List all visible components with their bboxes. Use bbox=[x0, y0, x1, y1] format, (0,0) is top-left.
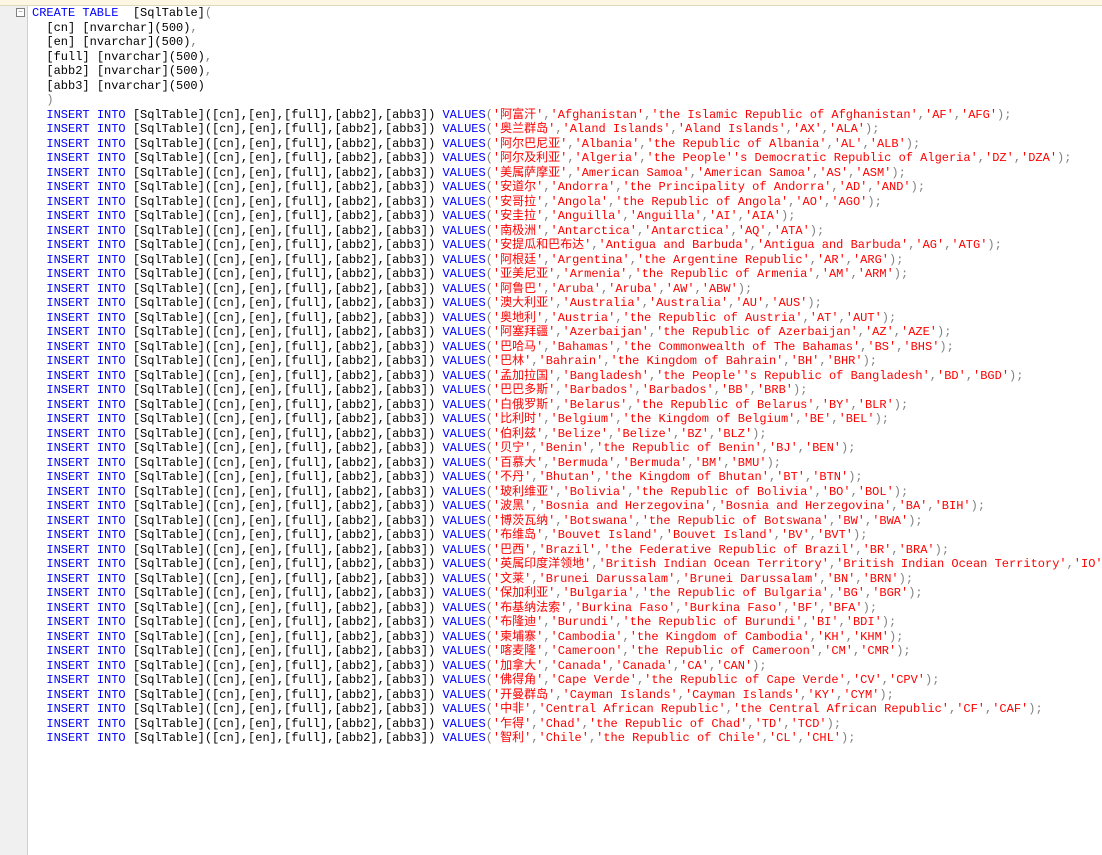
code-line: INSERT INTO [SqlTable]([cn],[en],[full],… bbox=[32, 514, 1098, 529]
code-line: INSERT INTO [SqlTable]([cn],[en],[full],… bbox=[32, 340, 1098, 355]
code-line: INSERT INTO [SqlTable]([cn],[en],[full],… bbox=[32, 702, 1098, 717]
code-line: INSERT INTO [SqlTable]([cn],[en],[full],… bbox=[32, 151, 1098, 166]
code-line: INSERT INTO [SqlTable]([cn],[en],[full],… bbox=[32, 209, 1098, 224]
code-line: INSERT INTO [SqlTable]([cn],[en],[full],… bbox=[32, 354, 1098, 369]
code-line: INSERT INTO [SqlTable]([cn],[en],[full],… bbox=[32, 557, 1098, 572]
code-line: INSERT INTO [SqlTable]([cn],[en],[full],… bbox=[32, 528, 1098, 543]
code-line: INSERT INTO [SqlTable]([cn],[en],[full],… bbox=[32, 572, 1098, 587]
code-line: [abb2] [nvarchar](500), bbox=[32, 64, 1098, 79]
code-line: INSERT INTO [SqlTable]([cn],[en],[full],… bbox=[32, 731, 1098, 746]
fold-collapse-icon[interactable]: − bbox=[16, 8, 25, 17]
code-editor: − CREATE TABLE [SqlTable]( [cn] [nvarcha… bbox=[0, 6, 1102, 855]
code-line: INSERT INTO [SqlTable]([cn],[en],[full],… bbox=[32, 601, 1098, 616]
code-line: INSERT INTO [SqlTable]([cn],[en],[full],… bbox=[32, 122, 1098, 137]
code-line: INSERT INTO [SqlTable]([cn],[en],[full],… bbox=[32, 166, 1098, 181]
code-line: INSERT INTO [SqlTable]([cn],[en],[full],… bbox=[32, 543, 1098, 558]
code-line: INSERT INTO [SqlTable]([cn],[en],[full],… bbox=[32, 383, 1098, 398]
code-line: ) bbox=[32, 93, 1098, 108]
code-line: INSERT INTO [SqlTable]([cn],[en],[full],… bbox=[32, 325, 1098, 340]
gutter: − bbox=[0, 6, 28, 855]
code-text-area[interactable]: CREATE TABLE [SqlTable]( [cn] [nvarchar]… bbox=[28, 6, 1102, 855]
code-line: INSERT INTO [SqlTable]([cn],[en],[full],… bbox=[32, 485, 1098, 500]
code-line: INSERT INTO [SqlTable]([cn],[en],[full],… bbox=[32, 108, 1098, 123]
code-line: INSERT INTO [SqlTable]([cn],[en],[full],… bbox=[32, 137, 1098, 152]
code-line: [cn] [nvarchar](500), bbox=[32, 21, 1098, 36]
code-line: INSERT INTO [SqlTable]([cn],[en],[full],… bbox=[32, 427, 1098, 442]
code-line: INSERT INTO [SqlTable]([cn],[en],[full],… bbox=[32, 630, 1098, 645]
code-line: INSERT INTO [SqlTable]([cn],[en],[full],… bbox=[32, 398, 1098, 413]
code-line: INSERT INTO [SqlTable]([cn],[en],[full],… bbox=[32, 659, 1098, 674]
code-line: INSERT INTO [SqlTable]([cn],[en],[full],… bbox=[32, 615, 1098, 630]
code-line: INSERT INTO [SqlTable]([cn],[en],[full],… bbox=[32, 282, 1098, 297]
code-line: INSERT INTO [SqlTable]([cn],[en],[full],… bbox=[32, 224, 1098, 239]
code-line: INSERT INTO [SqlTable]([cn],[en],[full],… bbox=[32, 369, 1098, 384]
code-line: INSERT INTO [SqlTable]([cn],[en],[full],… bbox=[32, 688, 1098, 703]
code-line: INSERT INTO [SqlTable]([cn],[en],[full],… bbox=[32, 644, 1098, 659]
code-line: INSERT INTO [SqlTable]([cn],[en],[full],… bbox=[32, 311, 1098, 326]
code-line: [full] [nvarchar](500), bbox=[32, 50, 1098, 65]
code-line: INSERT INTO [SqlTable]([cn],[en],[full],… bbox=[32, 412, 1098, 427]
code-line: INSERT INTO [SqlTable]([cn],[en],[full],… bbox=[32, 441, 1098, 456]
code-line: INSERT INTO [SqlTable]([cn],[en],[full],… bbox=[32, 195, 1098, 210]
code-line: INSERT INTO [SqlTable]([cn],[en],[full],… bbox=[32, 470, 1098, 485]
code-line: INSERT INTO [SqlTable]([cn],[en],[full],… bbox=[32, 180, 1098, 195]
code-line: INSERT INTO [SqlTable]([cn],[en],[full],… bbox=[32, 673, 1098, 688]
code-line: INSERT INTO [SqlTable]([cn],[en],[full],… bbox=[32, 499, 1098, 514]
code-line: CREATE TABLE [SqlTable]( bbox=[32, 6, 1098, 21]
code-line: [en] [nvarchar](500), bbox=[32, 35, 1098, 50]
code-line: INSERT INTO [SqlTable]([cn],[en],[full],… bbox=[32, 238, 1098, 253]
code-line: INSERT INTO [SqlTable]([cn],[en],[full],… bbox=[32, 253, 1098, 268]
code-line: INSERT INTO [SqlTable]([cn],[en],[full],… bbox=[32, 267, 1098, 282]
code-line: INSERT INTO [SqlTable]([cn],[en],[full],… bbox=[32, 456, 1098, 471]
code-line: INSERT INTO [SqlTable]([cn],[en],[full],… bbox=[32, 296, 1098, 311]
code-line: INSERT INTO [SqlTable]([cn],[en],[full],… bbox=[32, 586, 1098, 601]
code-line: [abb3] [nvarchar](500) bbox=[32, 79, 1098, 94]
code-line: INSERT INTO [SqlTable]([cn],[en],[full],… bbox=[32, 717, 1098, 732]
